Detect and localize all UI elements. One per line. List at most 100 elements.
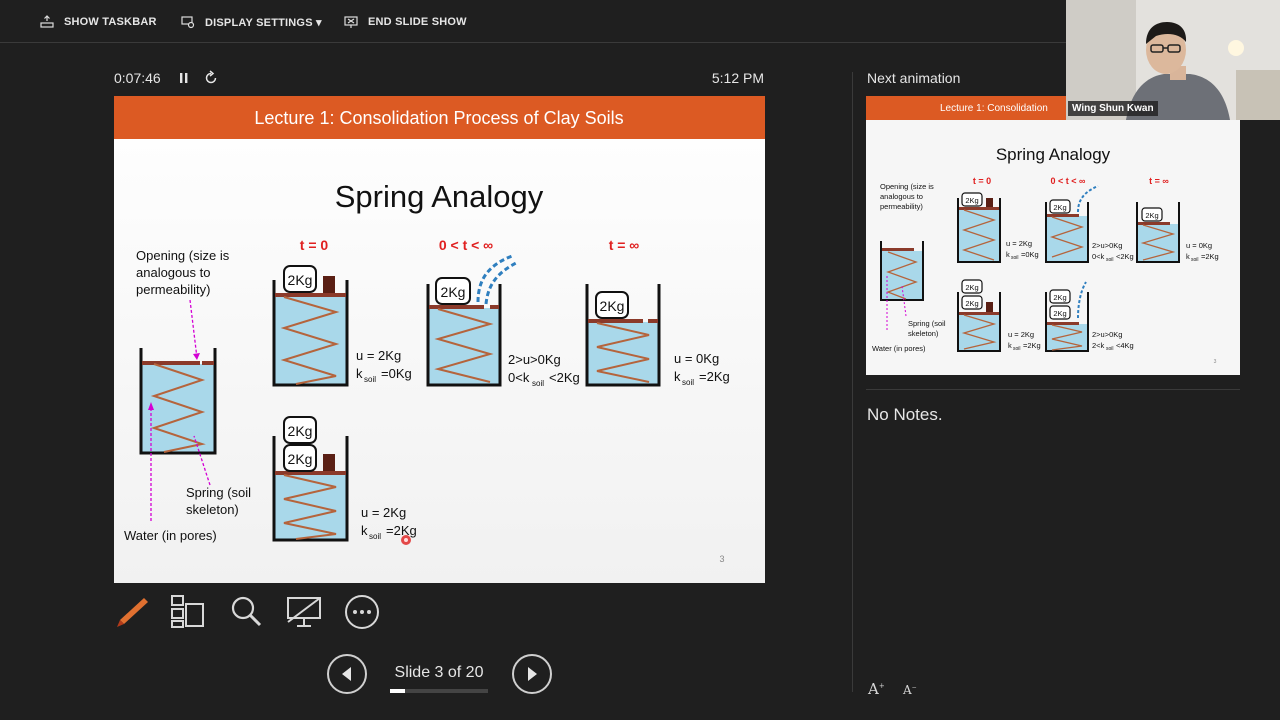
next-r2-ksub: soil xyxy=(1106,257,1114,263)
label-t0: t = 0 xyxy=(300,237,329,253)
pen-tool-icon xyxy=(117,598,148,627)
previous-slide-button[interactable] xyxy=(327,654,367,694)
slide-progress-fill xyxy=(390,689,405,693)
notes-separator xyxy=(866,389,1240,390)
tinf-k-value: =2Kg xyxy=(699,369,730,384)
next-r2-u: 2>u>0Kg xyxy=(1092,241,1122,250)
presenter-name: Wing Shun Kwan xyxy=(1068,101,1158,116)
tmid-k-value: <2Kg xyxy=(549,370,580,385)
next-weight-1: 2Kg xyxy=(965,196,978,205)
restart-timer-button[interactable] xyxy=(203,69,219,87)
reference-container xyxy=(139,348,217,455)
zoom-button[interactable] xyxy=(226,592,266,632)
next-arrow-icon xyxy=(528,667,537,681)
opening-label-line2: analogous to xyxy=(136,265,210,280)
label-tinf: t = ∞ xyxy=(609,237,640,253)
black-screen-button[interactable] xyxy=(284,592,324,632)
show-taskbar-button[interactable]: SHOW TASKBAR xyxy=(40,12,157,32)
next-slide-preview[interactable]: Lecture 1: Consolidation Spring Analogy … xyxy=(866,96,1240,375)
black-screen-icon xyxy=(287,597,321,627)
make-text-smaller-button[interactable]: A− xyxy=(903,683,917,697)
double-k-symbol: k xyxy=(361,523,368,538)
pane-divider[interactable] xyxy=(852,72,853,692)
next-r5-ksub: soil xyxy=(1106,346,1114,352)
t0-pore-pressure: u = 2Kg xyxy=(356,348,401,363)
elapsed-timer: 0:07:46 xyxy=(114,70,161,86)
next-header-text: Lecture 1: Consolidation xyxy=(940,103,1048,114)
presenter-video: Wing Shun Kwan xyxy=(1066,0,1280,120)
display-settings-button[interactable]: DISPLAY SETTINGS ▾ xyxy=(181,12,322,32)
see-all-slides-button[interactable] xyxy=(168,592,208,632)
next-label-tinf: t = ∞ xyxy=(1149,176,1169,186)
next-weight-7: 2Kg xyxy=(1053,309,1066,318)
tinf-k-subscript: soil xyxy=(682,378,694,387)
next-slide-button[interactable] xyxy=(512,654,552,694)
next-r1-k: k xyxy=(1006,250,1010,259)
label-tmid: 0 < t < ∞ xyxy=(439,237,493,253)
opening-label-line1: Opening (size is xyxy=(136,248,230,263)
double-k-value: =2Kg xyxy=(386,523,417,538)
next-water: Water (in pores) xyxy=(872,344,926,353)
next-r2-k: 0<k xyxy=(1092,252,1105,261)
next-weight-6: 2Kg xyxy=(1053,293,1066,302)
next-r5-kval: <4Kg xyxy=(1116,341,1134,350)
pause-timer-button[interactable] xyxy=(176,69,192,87)
next-opening-1: Opening (size is xyxy=(880,182,934,191)
weight-tinf: 2Kg xyxy=(600,298,625,314)
tmid-k-subscript: soil xyxy=(532,379,544,388)
next-r4-u: u = 2Kg xyxy=(1008,330,1034,339)
next-r4-kval: =2Kg xyxy=(1023,341,1041,350)
next-label-tmid: 0 < t < ∞ xyxy=(1051,176,1087,186)
end-slide-show-label: END SLIDE SHOW xyxy=(368,16,467,28)
double-k-subscript: soil xyxy=(369,532,381,541)
end-slide-show-button[interactable]: END SLIDE SHOW xyxy=(344,12,467,32)
tmid-k-prefix: 0<k xyxy=(508,370,530,385)
slide-progress-bar xyxy=(390,689,488,693)
laser-pointer-core xyxy=(404,538,408,542)
next-r3-kval: =2Kg xyxy=(1201,252,1219,261)
slide-title: Spring Analogy xyxy=(335,179,544,214)
display-settings-icon xyxy=(181,16,195,29)
tinf-k-symbol: k xyxy=(674,369,681,384)
end-slideshow-icon xyxy=(344,16,358,28)
next-weight-3: 2Kg xyxy=(1145,211,1158,220)
slide-counter[interactable]: Slide 3 of 20 xyxy=(380,664,498,682)
next-label-t0: t = 0 xyxy=(973,176,991,186)
next-weight-5: 2Kg xyxy=(965,299,978,308)
display-settings-label: DISPLAY SETTINGS ▾ xyxy=(205,16,322,29)
t0-k-subscript: soil xyxy=(364,375,376,384)
more-options-icon xyxy=(345,595,379,629)
next-title: Spring Analogy xyxy=(996,145,1111,164)
next-r4-k: k xyxy=(1008,341,1012,350)
presenter-toolbar: SHOW TASKBAR DISPLAY SETTINGS ▾ END SLID… xyxy=(0,0,1066,43)
next-container-t0 xyxy=(957,192,1001,263)
current-slide[interactable]: Lecture 1: Consolidation Process of Clay… xyxy=(114,96,765,583)
weight-bottom: 2Kg xyxy=(288,451,313,467)
pen-tool-button[interactable] xyxy=(112,592,152,632)
weight-tmid: 2Kg xyxy=(441,284,466,300)
next-spring-2: skeleton) xyxy=(908,329,939,338)
container-tmid xyxy=(426,254,519,387)
current-time: 5:12 PM xyxy=(711,70,764,86)
t0-k-value: =0Kg xyxy=(381,366,412,381)
next-r5-u: 2>u>0Kg xyxy=(1092,330,1122,339)
weight-t0: 2Kg xyxy=(288,272,313,288)
next-r3-ksub: soil xyxy=(1191,257,1199,263)
next-spring-1: Spring (soil xyxy=(908,319,946,328)
speaker-notes[interactable]: No Notes. xyxy=(867,405,943,425)
spring-label-line2: skeleton) xyxy=(186,502,239,517)
next-opening-2: analogous to xyxy=(880,192,923,201)
next-r2-kval: <2Kg xyxy=(1116,252,1134,261)
next-container-double xyxy=(957,279,1001,352)
double-pore-pressure: u = 2Kg xyxy=(361,505,406,520)
make-text-larger-button[interactable]: A+ xyxy=(868,680,885,698)
show-taskbar-label: SHOW TASKBAR xyxy=(64,16,157,28)
see-all-slides-icon xyxy=(171,595,204,628)
previous-arrow-icon xyxy=(342,667,351,681)
font-smaller-icon: A− xyxy=(903,683,917,697)
water-label: Water (in pores) xyxy=(124,528,217,543)
spring-label-line1: Spring (soil xyxy=(186,485,251,500)
next-r1-kval: =0Kg xyxy=(1021,250,1039,259)
next-r3-k: k xyxy=(1186,252,1190,261)
more-options-button[interactable] xyxy=(342,592,382,632)
